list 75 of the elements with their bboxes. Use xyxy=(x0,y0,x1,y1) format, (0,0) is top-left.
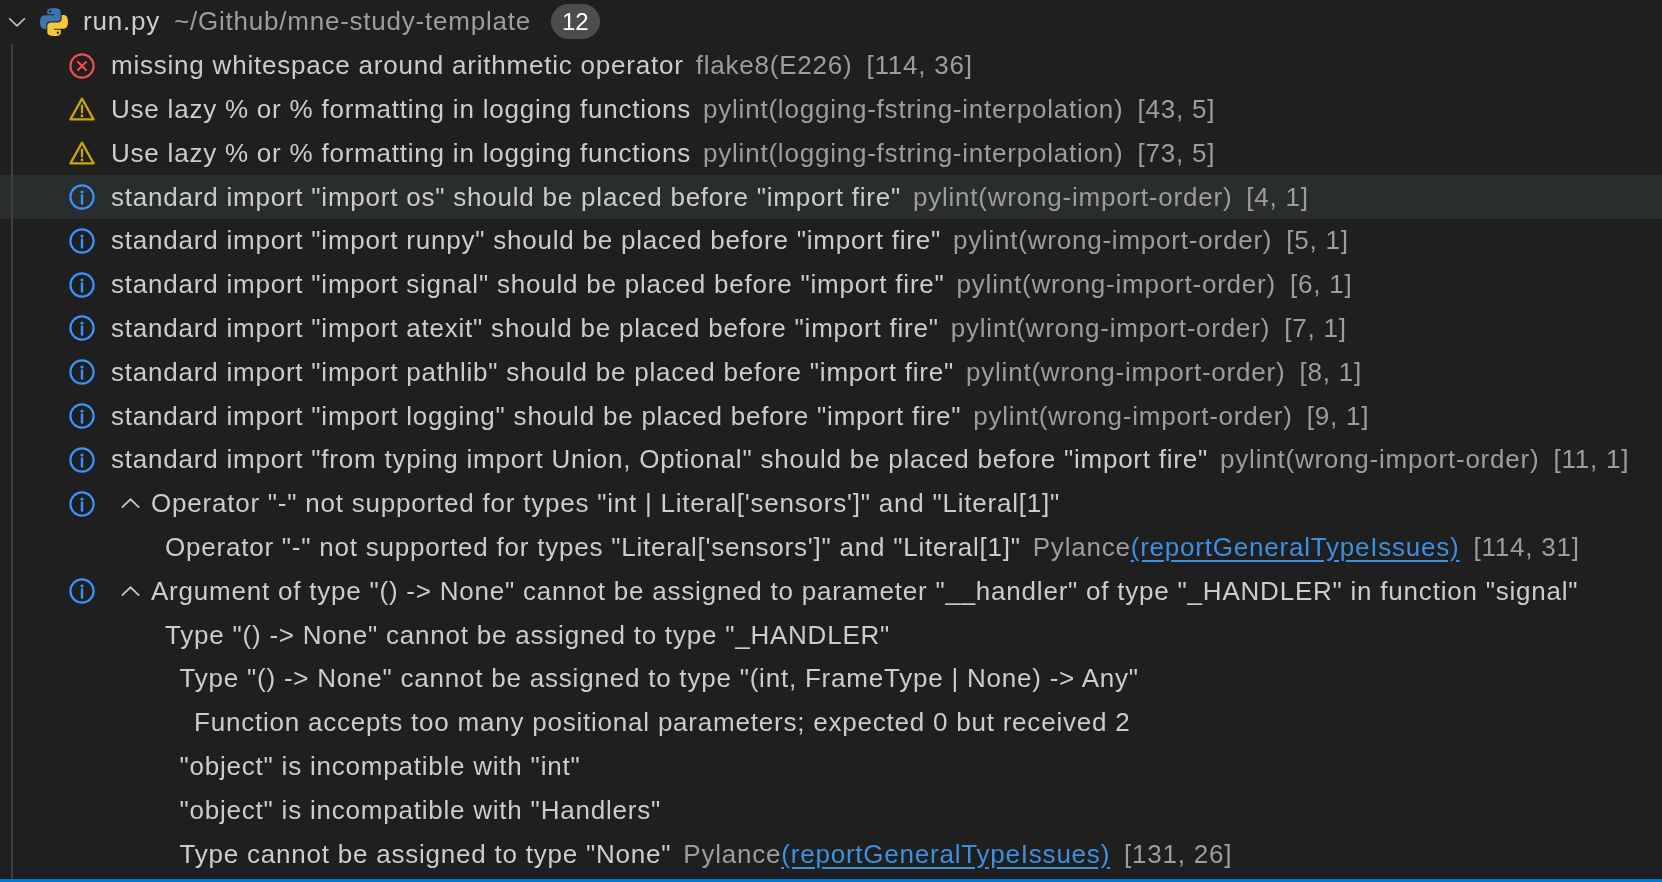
message-detail-line: Type cannot be assigned to type "None" xyxy=(179,838,672,870)
info-icon xyxy=(69,446,95,473)
error-icon xyxy=(69,52,95,79)
problem-source: pylint(wrong-import-order) xyxy=(1220,444,1540,476)
problem-message: missing whitespace around arithmetic operator xyxy=(111,50,684,82)
problem-row[interactable]: Use lazy % or % formatting in logging functions pylint(logging-fstring-interpolation) [43, 5] xyxy=(0,87,1662,132)
info-icon xyxy=(69,578,95,605)
info-icon xyxy=(69,490,95,517)
file-path: ~/Github/mne-study-template xyxy=(173,6,531,38)
problem-position: [9, 1] xyxy=(1306,400,1370,432)
message-detail-line: Operator "-" not supported for types "Literal['sensors']" and "Literal[1]" xyxy=(165,531,1021,563)
problem-source: Pylance xyxy=(683,838,782,870)
problem-message: standard import "from typing import Union, Optional" should be placed before "import fire" xyxy=(111,444,1209,476)
problem-position: [8, 1] xyxy=(1299,356,1362,388)
problem-position: [114, 31] xyxy=(1473,531,1580,563)
problem-message: standard import "import runpy" should be placed before "import fire" xyxy=(111,225,941,257)
file-type-icon xyxy=(40,7,68,36)
problem-message: standard import "import os" should be placed before "import fire" xyxy=(111,181,901,213)
info-icon xyxy=(69,403,95,430)
problem-row[interactable]: standard import "import atexit" should be placed before "import fire" pylint(wrong-import-order) [7, 1] xyxy=(0,306,1662,351)
message-detail-line: Function accepts too many positional parameters; expected 0 but received 2 xyxy=(194,707,1131,739)
problem-message: Use lazy % or % formatting in logging functions xyxy=(111,94,692,125)
message-detail-line: Type "() -> None" cannot be assigned to type "_HANDLER" xyxy=(165,619,891,651)
info-icon xyxy=(69,315,95,342)
problem-row[interactable]: missing whitespace around arithmetic operator flake8(E226) [114, 36] xyxy=(0,43,1662,88)
problem-source: pylint(wrong-import-order) xyxy=(956,269,1276,301)
problem-message: standard import "import signal" should be placed before "import fire" xyxy=(111,269,945,301)
problem-message: Argument of type "() -> None" cannot be assigned to parameter "__handler" of type "_HANDLER" in function "signal" xyxy=(151,575,1579,607)
problem-source: Pylance xyxy=(1032,531,1131,563)
rule-link[interactable]: (reportGeneralTypeIssues) xyxy=(1130,531,1460,563)
chevron-up-icon[interactable] xyxy=(120,585,141,597)
problem-position: [6, 1] xyxy=(1289,269,1353,301)
problem-count-badge: 12 xyxy=(551,4,600,40)
message-detail-line: "object" is incompatible with "Handlers" xyxy=(179,794,661,826)
problem-source: pylint(wrong-import-order) xyxy=(973,400,1293,432)
problem-message: standard import "import atexit" should be placed before "import fire" xyxy=(111,312,939,344)
problem-position: [7, 1] xyxy=(1284,312,1347,344)
problem-position: [4, 1] xyxy=(1246,181,1309,213)
file-name: run.py xyxy=(83,6,160,38)
problem-row[interactable]: standard import "import pathlib" should be placed before "import fire" pylint(wrong-import-order) [8, 1] xyxy=(0,350,1662,395)
problem-source: flake8(E226) xyxy=(695,50,853,82)
problem-message: standard import "import logging" should be placed before "import fire" xyxy=(111,400,962,432)
message-detail-line: "object" is incompatible with "int" xyxy=(179,750,581,782)
problem-row[interactable]: standard import "from typing import Union, Optional" should be placed before "import fire" pylint(wrong-import-order) [11, 1] xyxy=(0,437,1662,482)
problem-message: Use lazy % or % formatting in logging functions xyxy=(111,137,692,169)
message-detail-line: Type "() -> None" cannot be assigned to type "(int, FrameType | None) -> Any" xyxy=(179,663,1139,695)
problem-source: pylint(wrong-import-order) xyxy=(966,356,1286,388)
problem-message: standard import "import pathlib" should be placed before "import fire" xyxy=(111,356,955,388)
info-icon xyxy=(69,184,95,211)
problem-source: pylint(wrong-import-order) xyxy=(952,225,1273,257)
problem-source: pylint(wrong-import-order) xyxy=(950,312,1271,344)
problem-position: [5, 1] xyxy=(1286,225,1349,257)
rule-link[interactable]: (reportGeneralTypeIssues) xyxy=(781,838,1111,870)
problem-row[interactable]: standard import "import runpy" should be placed before "import fire" pylint(wrong-import-order) [5, 1] xyxy=(0,219,1662,263)
problem-source: pylint(logging-fstring-interpolation) xyxy=(703,137,1124,169)
problem-source: pylint(wrong-import-order) xyxy=(913,181,1233,213)
problem-position: [73, 5] xyxy=(1137,137,1216,169)
problem-row[interactable]: Use lazy % or % formatting in logging functions pylint(logging-fstring-interpolation) [73, 5] xyxy=(0,131,1662,176)
problem-source: pylint(logging-fstring-interpolation) xyxy=(703,94,1124,125)
info-icon xyxy=(69,359,95,386)
chevron-down-icon[interactable] xyxy=(7,16,27,27)
problem-row[interactable]: Operator "-" not supported for types "int | Literal['sensors']" and "Literal[1]" Operator "-" not supported for types "Literal['sensors']" and "Literal[1]" Pylance(reportGeneralTypeIssues) [114, 31] xyxy=(0,481,1662,570)
problem-position: [11, 1] xyxy=(1553,444,1630,476)
problem-position: [131, 26] xyxy=(1124,838,1233,870)
chevron-up-icon[interactable] xyxy=(120,498,141,510)
warning-icon xyxy=(69,140,95,167)
problem-row[interactable]: standard import "import logging" should be placed before "import fire" pylint(wrong-import-order) [9, 1] xyxy=(0,394,1662,438)
problem-position: [43, 5] xyxy=(1137,94,1216,125)
problem-row[interactable]: standard import "import signal" should be placed before "import fire" pylint(wrong-import-order) [6, 1] xyxy=(0,262,1662,307)
problem-position: [114, 36] xyxy=(866,50,973,82)
info-icon xyxy=(69,227,95,254)
problem-row[interactable]: standard import "import os" should be placed before "import fire" pylint(wrong-import-order) [4, 1] xyxy=(0,175,1662,219)
warning-icon xyxy=(69,96,95,123)
info-icon xyxy=(69,271,95,298)
problem-message: Operator "-" not supported for types "int | Literal['sensors']" and "Literal[1]" xyxy=(151,488,1061,520)
